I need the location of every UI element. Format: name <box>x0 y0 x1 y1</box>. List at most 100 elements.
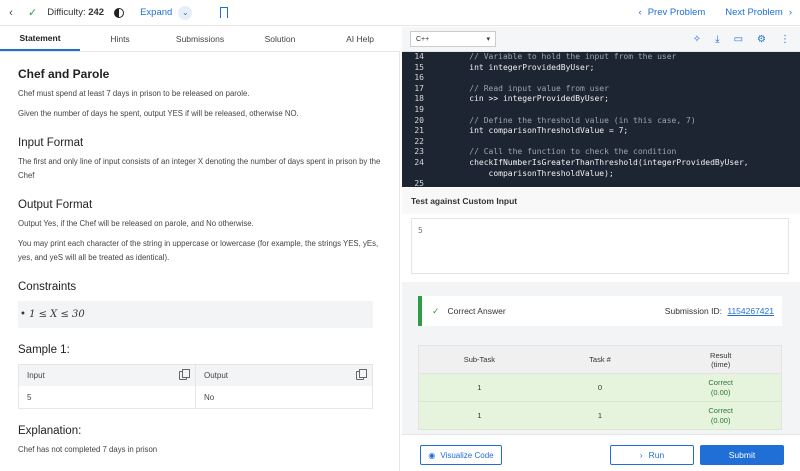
difficulty-value: 242 <box>88 7 105 18</box>
code-text: // Define the threshold value (in this c… <box>450 115 696 125</box>
line-number: 20 <box>414 115 424 125</box>
code-text: // Call the function to check the condit… <box>450 147 677 157</box>
status-banner: ✓ Correct Answer Submission ID: 11542674… <box>418 296 782 326</box>
output-format-heading: Output Format <box>18 199 93 211</box>
expand-label[interactable]: Expand <box>140 7 172 18</box>
eye-icon: ◉ <box>428 450 436 460</box>
copy-icon[interactable] <box>356 369 367 380</box>
code-text: checkIfNumberIsGreaterThanThreshold(inte… <box>450 157 749 167</box>
settings-icon[interactable]: ⚙ <box>757 34 766 45</box>
subtask-header: Sub-Task <box>463 355 495 364</box>
code-text: // Read input value from user <box>450 83 609 93</box>
result-header: Result (time) <box>710 350 732 369</box>
line-number: 18 <box>414 94 424 104</box>
code-line: comparisonThresholdValue); <box>402 169 800 180</box>
problem-title: Chef and Parole <box>18 67 110 81</box>
copy-icon[interactable] <box>179 369 190 380</box>
submit-button[interactable]: Submit <box>700 445 784 465</box>
statement-paragraph: Given the number of days he spent, outpu… <box>18 109 299 118</box>
sample-input-header: Input <box>19 365 196 386</box>
line-number: 24 <box>414 157 424 167</box>
solved-check-icon: ✓ <box>28 7 38 19</box>
run-button[interactable]: › Run <box>610 445 694 465</box>
tab-statement[interactable]: Statement <box>0 27 80 51</box>
table-row: 1 0 Correct (0.00) <box>418 374 782 402</box>
status-text: Correct Answer <box>447 306 506 316</box>
fullscreen-icon[interactable]: ▭ <box>734 34 743 45</box>
statement-panel: Chef and Parole Chef must spend at least… <box>0 52 400 471</box>
sample-output-header: Output <box>196 365 372 386</box>
line-number: 21 <box>414 126 424 136</box>
more-icon[interactable]: ⋮ <box>780 34 790 45</box>
difficulty: Difficulty: 242 <box>47 7 104 18</box>
statement-paragraph: Chef must spend at least 7 days in priso… <box>18 89 250 98</box>
chevron-right-icon[interactable]: › <box>789 7 792 18</box>
code-line: 22 <box>402 137 800 148</box>
back-chevron-icon[interactable]: ‹ <box>0 7 22 19</box>
chevron-down-icon[interactable]: ⌄ <box>178 5 193 20</box>
code-text: cin >> integerProvidedByUser; <box>450 94 609 104</box>
code-line: 15 int integerProvidedByUser; <box>402 63 800 74</box>
top-bar: ‹ ✓ Difficulty: 242 Expand ⌄ ‹ Prev Prob… <box>0 0 800 26</box>
code-line: 14 // Variable to hold the input from th… <box>402 52 800 63</box>
submission-info: Submission ID: 1154267421 <box>664 306 774 316</box>
line-number: 17 <box>414 83 424 93</box>
code-line: 20 // Define the threshold value (in thi… <box>402 116 800 127</box>
line-number: 14 <box>414 52 424 61</box>
code-text: int comparisonThresholdValue = 7; <box>450 126 629 136</box>
bookmark-icon[interactable] <box>220 7 229 18</box>
explanation-heading: Explanation: <box>18 425 82 437</box>
input-format-text: The first and only line of input consist… <box>18 157 381 180</box>
code-text: // Variable to hold the input from the u… <box>450 52 677 61</box>
tab-ai-help[interactable]: AI Help <box>320 27 400 51</box>
line-number: 16 <box>414 73 424 83</box>
check-icon: ✓ <box>432 305 440 316</box>
download-icon[interactable]: ⤓ <box>715 34 719 45</box>
problem-nav: ‹ Prev Problem Next Problem › <box>639 7 800 18</box>
constraints-heading: Constraints <box>18 281 77 293</box>
constraint-box: • 1 ≤ X ≤ 30 <box>18 301 373 328</box>
code-line: 17 // Read input value from user <box>402 84 800 95</box>
code-line: 19 <box>402 105 800 116</box>
code-line: 25 <box>402 179 800 187</box>
output-format-text: Output Yes, if the Chef will be released… <box>18 219 254 228</box>
line-number: 22 <box>414 136 424 146</box>
subtask-table: Sub-Task Task # Result (time) 1 0 Correc… <box>418 345 782 430</box>
custom-input-title[interactable]: Test against Custom Input <box>402 188 800 214</box>
custom-input-field[interactable]: 5 <box>411 218 789 274</box>
prev-problem-button[interactable]: Prev Problem <box>648 7 706 18</box>
theme-toggle-icon[interactable] <box>114 7 125 18</box>
tab-submissions[interactable]: Submissions <box>160 27 240 51</box>
action-bar: ◉ Visualize Code › Run Submit <box>402 434 800 471</box>
chevron-left-icon[interactable]: ‹ <box>639 7 642 18</box>
code-text: comparisonThresholdValue); <box>450 168 614 178</box>
visualize-code-button[interactable]: ◉ Visualize Code <box>420 445 502 465</box>
editor-toolbar: C++ ▾ ✧ ⤓ ▭ ⚙ ⋮ <box>402 27 800 52</box>
problem-tabs: Statement Hints Submissions Solution AI … <box>0 27 400 52</box>
code-line: 21 int comparisonThresholdValue = 7; <box>402 126 800 137</box>
line-number: 19 <box>414 104 424 114</box>
sample-output-value: No <box>204 392 215 402</box>
chevron-down-icon: ▾ <box>486 36 490 43</box>
table-row: 1 1 Correct (0.00) <box>418 402 782 430</box>
code-editor[interactable]: 14 // Variable to hold the input from th… <box>402 52 800 187</box>
code-line: 23 // Call the function to check the con… <box>402 147 800 158</box>
next-problem-button[interactable]: Next Problem <box>725 7 783 18</box>
output-format-text: You may print each character of the stri… <box>18 239 379 262</box>
sample-input-value: 5 <box>19 386 196 408</box>
explanation-text: Chef has not completed 7 days in prison <box>18 445 158 454</box>
result-panel: ✓ Correct Answer Submission ID: 11542674… <box>402 282 800 434</box>
input-format-heading: Input Format <box>18 137 84 149</box>
sample-table: Input Output 5 No <box>18 364 373 409</box>
task-header: Task # <box>589 355 611 364</box>
magic-wand-icon[interactable]: ✧ <box>693 34 701 45</box>
submission-id-link[interactable]: 1154267421 <box>727 306 774 316</box>
difficulty-label: Difficulty: <box>47 7 86 18</box>
language-select[interactable]: C++ ▾ <box>410 31 496 47</box>
line-number: 23 <box>414 147 424 157</box>
code-line: 16 <box>402 73 800 84</box>
tab-hints[interactable]: Hints <box>80 27 160 51</box>
line-number <box>402 169 424 180</box>
tab-solution[interactable]: Solution <box>240 27 320 51</box>
sample-heading: Sample 1: <box>18 344 70 356</box>
